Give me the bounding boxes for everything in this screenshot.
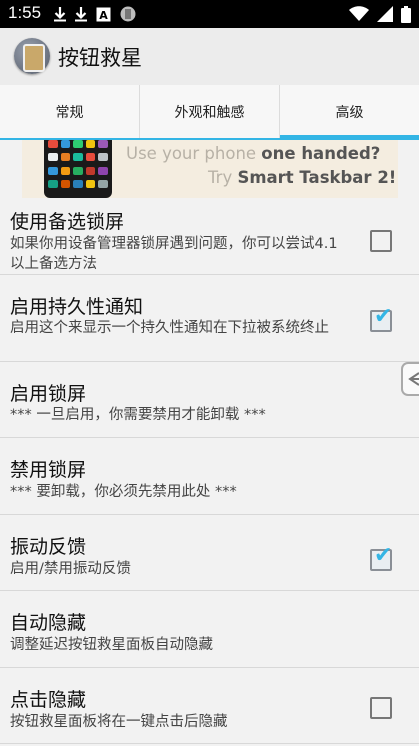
svg-text:A: A (99, 9, 108, 22)
tab-appearance[interactable]: 外观和触感 (140, 85, 280, 139)
setting-title: 使用备选锁屏 (10, 211, 125, 233)
setting-enable-lockscreen[interactable]: 启用锁屏 *** 一旦启用，你需要禁用才能卸载 *** (0, 362, 419, 438)
setting-click-hide[interactable]: 点击隐藏 按钮救星面板将在一键点击后隐藏 (0, 668, 419, 744)
side-panel-handle[interactable] (401, 362, 419, 396)
setting-vibration-feedback[interactable]: 振动反馈 启用/禁用振动反馈 ✔ (0, 515, 419, 591)
status-bar: 1:55 A (0, 0, 419, 28)
circle-app-icon (120, 6, 136, 22)
setting-disable-lockscreen[interactable]: 禁用锁屏 *** 要卸载，你必须先禁用此处 *** (0, 438, 419, 515)
a-icon: A (96, 7, 111, 22)
banner-subline: Try Smart Taskbar 2! (208, 168, 397, 187)
setting-title: 禁用锁屏 (10, 459, 87, 481)
setting-summary: 启用/禁用振动反馈 (10, 561, 131, 577)
setting-title: 启用锁屏 (10, 383, 87, 405)
setting-title: 点击隐藏 (10, 689, 87, 711)
setting-summary: 调整延迟按钮救星面板自动隐藏 (10, 637, 213, 653)
checkbox-checked[interactable]: ✔ (370, 306, 392, 332)
checkbox[interactable] (370, 697, 392, 719)
tab-general[interactable]: 常规 (0, 85, 140, 139)
checkmark-icon: ✔ (374, 304, 393, 329)
phone-image (44, 140, 112, 198)
setting-summary: 启用这个来显示一个持久性通知在下拉被系统终止 (10, 320, 329, 336)
checkbox[interactable] (370, 230, 392, 252)
setting-auto-hide[interactable]: 自动隐藏 调整延迟按钮救星面板自动隐藏 (0, 591, 419, 668)
wifi-icon (349, 6, 369, 21)
banner-headline: Use your phone one handed? (126, 144, 381, 163)
cell-signal-icon (377, 6, 393, 22)
setting-title: 启用持久性通知 (10, 296, 144, 318)
battery-icon (401, 5, 411, 23)
setting-persistent-notification[interactable]: 启用持久性通知 启用这个来显示一个持久性通知在下拉被系统终止 ✔ (0, 275, 419, 362)
notification-icons: A (54, 5, 136, 23)
setting-summary: *** 要卸载，你必须先禁用此处 *** (10, 484, 237, 500)
checkmark-icon: ✔ (374, 543, 393, 568)
system-icons (349, 5, 411, 23)
tab-advanced[interactable]: 高级 (280, 85, 419, 139)
action-bar: 按钮救星 (0, 28, 419, 85)
checkbox-checked[interactable]: ✔ (370, 545, 392, 571)
setting-title: 自动隐藏 (10, 612, 87, 634)
app-title: 按钮救星 (58, 46, 142, 70)
tab-bar: 常规 外观和触感 高级 (0, 85, 419, 140)
setting-summary: 按钮救星面板将在一键点击后隐藏 (10, 714, 228, 730)
setting-alt-lockscreen[interactable]: 使用备选锁屏 如果你用设备管理器锁屏遇到问题，你可以尝试4.1以上备选方法 (0, 199, 419, 275)
setting-title: 振动反馈 (10, 536, 87, 558)
app-icon[interactable] (14, 38, 50, 74)
arrow-left-icon (408, 372, 419, 386)
setting-summary: 如果你用设备管理器锁屏遇到问题，你可以尝试4.1以上备选方法 (10, 236, 338, 272)
setting-summary: *** 一旦启用，你需要禁用才能卸载 *** (10, 407, 266, 423)
status-time: 1:55 (8, 3, 42, 22)
settings-list: 使用备选锁屏 如果你用设备管理器锁屏遇到问题，你可以尝试4.1以上备选方法 启用… (0, 199, 419, 744)
download-icon (54, 7, 66, 22)
download-icon (75, 7, 87, 22)
promo-banner[interactable]: Use your phone one handed? Try Smart Tas… (22, 140, 398, 198)
